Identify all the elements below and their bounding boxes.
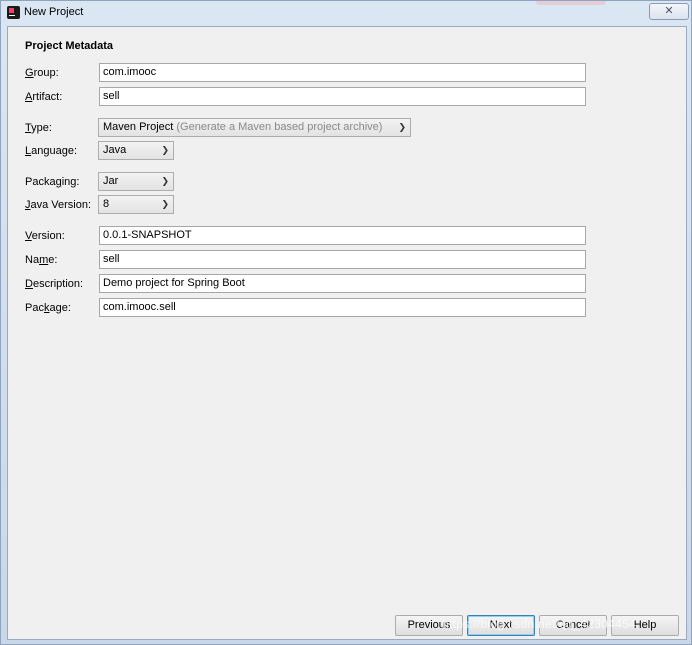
chevron-down-icon: ❯	[161, 145, 169, 155]
packaging-value: Jar	[103, 175, 119, 187]
chevron-down-icon: ❯	[161, 199, 169, 209]
name-label: Name:	[25, 254, 58, 266]
chevron-down-icon: ❯	[161, 176, 169, 186]
package-label: Package:	[25, 302, 71, 314]
group-input[interactable]: com.imooc	[99, 63, 586, 82]
java-version-value: 8	[103, 198, 110, 210]
intellij-idea-icon	[7, 6, 20, 19]
artifact-input[interactable]: sell	[99, 87, 586, 106]
title-bar-highlight	[536, 1, 606, 5]
java-version-select[interactable]: 8 ❯	[98, 195, 174, 214]
artifact-label: Artifact:	[25, 91, 63, 103]
type-select[interactable]: Maven Project (Generate a Maven based pr…	[98, 118, 411, 137]
description-label: Description:	[25, 278, 84, 290]
name-input[interactable]: sell	[99, 250, 586, 269]
type-hint: (Generate a Maven based project archive)	[176, 121, 383, 133]
language-label: Language:	[25, 145, 78, 157]
java-version-label: Java Version:	[25, 199, 92, 211]
language-select[interactable]: Java ❯	[98, 141, 174, 160]
close-button[interactable]: ✕	[649, 3, 689, 20]
description-input[interactable]: Demo project for Spring Boot	[99, 274, 586, 293]
version-label: Version:	[25, 230, 65, 242]
type-value: Maven Project	[103, 121, 174, 133]
type-label: Type:	[25, 122, 52, 134]
dialog-content: Project Metadata Group: com.imooc Artifa…	[7, 26, 687, 640]
packaging-select[interactable]: Jar ❯	[98, 172, 174, 191]
section-title: Project Metadata	[25, 40, 114, 52]
window-title: New Project	[24, 6, 84, 18]
package-input[interactable]: com.imooc.sell	[99, 298, 586, 317]
chevron-down-icon: ❯	[398, 122, 406, 132]
language-value: Java	[103, 144, 127, 156]
title-bar: New Project ✕	[1, 1, 691, 25]
version-input[interactable]: 0.0.1-SNAPSHOT	[99, 226, 586, 245]
packaging-label: Packaging:	[25, 176, 80, 188]
new-project-dialog: New Project ✕ Project Metadata Group: co…	[0, 0, 692, 645]
watermark-text: https://blog.csdn.net/qq_42304454	[442, 617, 637, 631]
close-icon: ✕	[664, 5, 674, 17]
group-label: Group:	[25, 67, 59, 79]
